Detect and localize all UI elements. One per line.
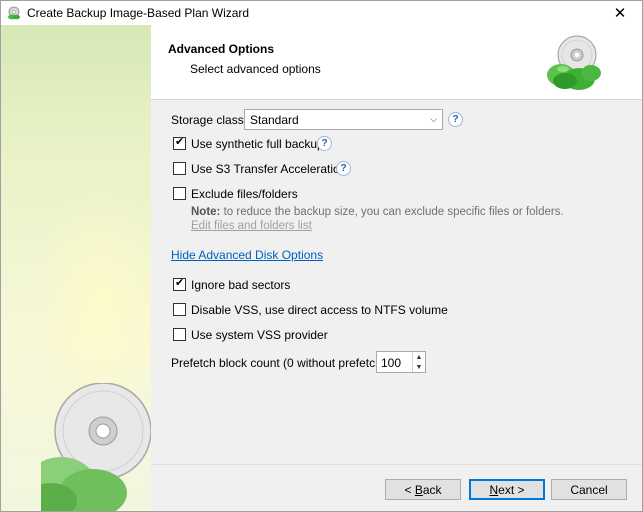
checkmark-icon: ✔ (175, 277, 185, 289)
next-button[interactable]: Next > (469, 479, 545, 500)
page-title: Advanced Options (168, 42, 275, 56)
next-rest: ext > (498, 482, 525, 497)
storage-class-select[interactable]: Standard ⌵ (244, 109, 443, 130)
close-icon: ✕ (613, 5, 627, 22)
exclude-note: Note: to reduce the backup size, you can… (191, 206, 564, 218)
back-button[interactable]: < Back (385, 479, 461, 500)
note-prefix: Note: (191, 206, 221, 218)
side-banner (1, 25, 151, 511)
wizard-window: Create Backup Image-Based Plan Wizard ✕ … (0, 0, 643, 512)
cancel-button[interactable]: Cancel (551, 479, 627, 500)
disable-vss-label: Disable VSS, use direct access to NTFS v… (191, 303, 448, 317)
cloud-disc-icon (547, 35, 601, 90)
stepper-buttons: ▲ ▼ (412, 352, 425, 372)
ignore-bad-sectors-label: Ignore bad sectors (191, 278, 291, 292)
ignore-bad-sectors-checkbox[interactable]: ✔ (173, 277, 186, 291)
edit-files-link: Edit files and folders list (191, 220, 312, 232)
hide-advanced-link[interactable]: Hide Advanced Disk Options (171, 248, 323, 262)
cloud-disc-decoration (41, 383, 151, 511)
synthetic-full-label: Use synthetic full backup (191, 137, 324, 151)
synthetic-full-help-icon[interactable]: ? (317, 136, 332, 151)
prefetch-value: 100 (381, 356, 402, 370)
page-subtitle: Select advanced options (190, 62, 321, 76)
prefetch-label: Prefetch block count (0 without prefetch… (171, 356, 386, 370)
storage-class-label: Storage class: (171, 113, 248, 127)
app-cloud-icon (8, 6, 20, 20)
back-prefix: < (404, 482, 415, 497)
chevron-down-icon[interactable]: ▼ (413, 362, 425, 372)
next-mnemonic: N (489, 482, 499, 497)
storage-class-value: Standard (250, 113, 299, 127)
window-title: Create Backup Image-Based Plan Wizard (27, 6, 250, 20)
storage-class-help-icon[interactable]: ? (448, 112, 463, 127)
button-bar: < Back Next > Cancel (151, 464, 642, 511)
exclude-files-label: Exclude files/folders (191, 187, 298, 201)
back-mnemonic: B (414, 482, 423, 497)
exclude-files-checkbox[interactable] (173, 187, 186, 200)
title-bar: Create Backup Image-Based Plan Wizard ✕ (1, 1, 642, 25)
prefetch-stepper[interactable]: 100 ▲ ▼ (376, 351, 426, 373)
close-button[interactable]: ✕ (598, 1, 642, 25)
s3-acceleration-help-icon[interactable]: ? (336, 161, 351, 176)
system-vss-label: Use system VSS provider (191, 328, 328, 342)
synthetic-full-checkbox[interactable]: ✔ (173, 136, 186, 150)
back-rest: ack (422, 482, 442, 497)
options-panel: Storage class: Standard ⌵ ? ✔ Use synthe… (151, 100, 642, 464)
chevron-down-icon: ⌵ (430, 114, 437, 124)
s3-acceleration-label: Use S3 Transfer Acceleration (191, 162, 347, 176)
disable-vss-checkbox[interactable] (173, 303, 186, 316)
wizard-header: Advanced Options Select advanced options (151, 25, 642, 99)
chevron-up-icon[interactable]: ▲ (413, 352, 425, 362)
note-text: to reduce the backup size, you can exclu… (220, 206, 564, 218)
s3-acceleration-checkbox[interactable] (173, 162, 186, 175)
checkmark-icon: ✔ (175, 136, 185, 148)
system-vss-checkbox[interactable] (173, 328, 186, 341)
